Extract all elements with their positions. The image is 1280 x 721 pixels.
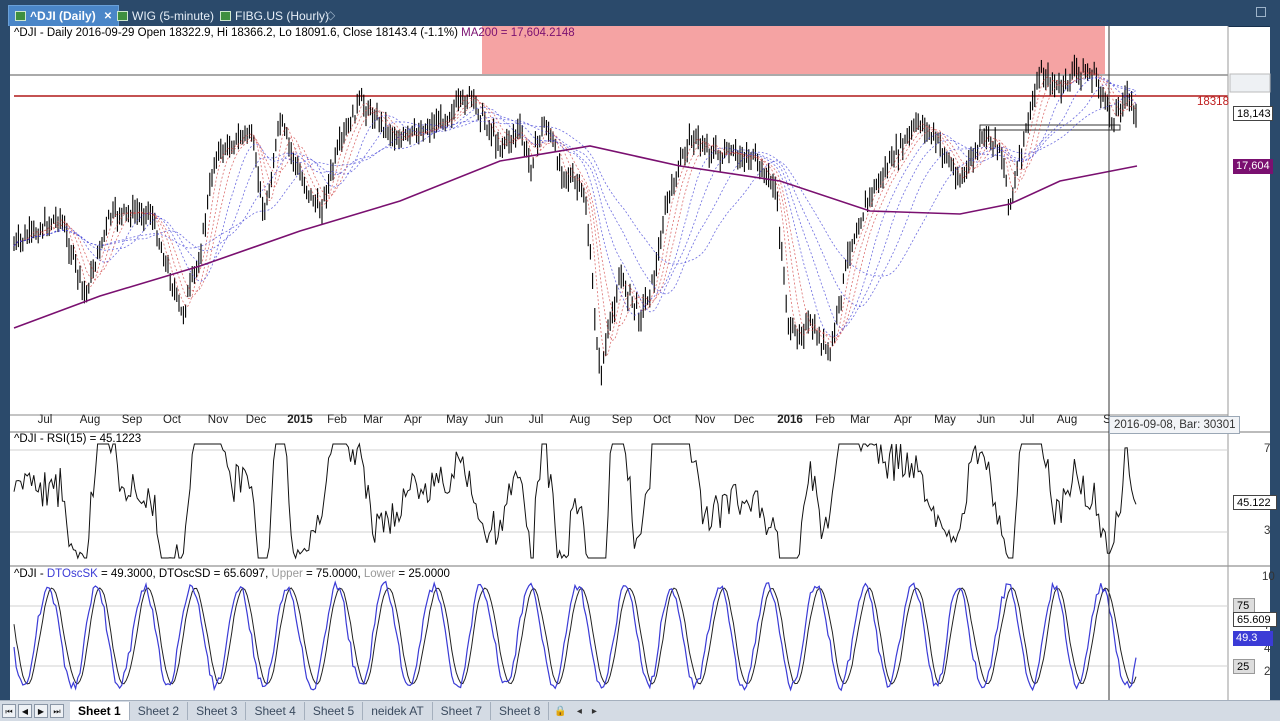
stoch-header: ^DJI - DTOscSK = 49.3000, DTOscSD = 65.6… [14,568,450,580]
resistance-zone [482,26,1105,74]
stoch-scale-100: 10 [1262,571,1275,583]
lock-icon[interactable]: 🔒 [549,706,571,717]
sheet-tab-5[interactable]: Sheet 5 [305,702,364,720]
stoch-upper-tag: 75 [1233,598,1255,613]
rsi-line [13,442,1137,560]
time-axis-label: Feb [815,414,835,426]
chart-icon [220,10,231,21]
stoch-sk-tag: 49.3 [1233,631,1273,646]
time-axis-label: Nov [207,414,229,426]
stoch-sd-tag: 65.609 [1233,612,1277,627]
tab-label: FIBG.US (Hourly) [235,8,330,23]
sheet-tab-3[interactable]: Sheet 3 [188,702,247,720]
chart-icon [15,11,26,21]
sheet-tab-7[interactable]: Sheet 7 [433,702,492,720]
rsi-scale-30: 3 [1264,525,1271,537]
time-axis-label: Aug [79,414,101,426]
sheet-tab-neidek-at[interactable]: neidek AT [363,702,433,720]
restore-window-icon[interactable] [1256,7,1266,17]
stoch-scale-20: 2 [1264,666,1271,678]
last-price-tag: 18,143 [1233,106,1273,121]
time-axis-label: Mar [850,414,870,426]
ma200-readout: MA200 = 17,604.2148 [461,27,575,39]
sheet-tab-1[interactable]: Sheet 1 [70,702,130,720]
rsi-header: ^DJI - RSI(15) = 45.1223 [14,433,142,445]
time-axis-label: Mar [363,414,383,426]
time-axis-label: Feb [327,414,347,426]
time-axis-label: Jun [484,414,504,426]
stoch-sd-line [13,587,1137,685]
stoch-lower-tag: 25 [1233,659,1255,674]
next-sheet-icon[interactable]: ▶ [34,704,48,718]
sheet-tab-8[interactable]: Sheet 8 [491,702,550,720]
sheet-tab-4[interactable]: Sheet 4 [246,702,305,720]
ohlc-readout: ^DJI - Daily 2016-09-29 Open 18322.9, Hi… [14,27,458,39]
price-axis-box [1229,73,1271,93]
last-sheet-icon[interactable]: ⏭ [50,704,64,718]
time-axis-label: Dec [733,414,755,426]
time-axis-label: Jul [1019,414,1035,426]
add-tab-icon[interactable]: ◇ [326,8,335,22]
chart-canvas[interactable] [0,26,1280,700]
time-axis-label: Sep [121,414,143,426]
stoch-lower-value: = 25.0000 [395,568,450,580]
time-axis-label: Aug [1056,414,1078,426]
tab-label: ^DJI (Daily) [30,9,96,23]
tab-fibg-hourly[interactable]: FIBG.US (Hourly) [214,5,335,26]
time-axis-label: Jul [528,414,544,426]
time-axis-label: Oct [653,414,671,426]
first-sheet-icon[interactable]: ⏮ [2,704,16,718]
ma200-price-tag: 17,604 [1233,159,1273,174]
tab-wig-5min[interactable]: WIG (5-minute) [111,5,220,26]
time-axis-label: Nov [694,414,716,426]
stoch-values: = 49.3000, DTOscSD = 65.6097, [97,568,272,580]
time-axis-label: Sep [611,414,633,426]
stoch-upper-label: Upper [271,568,303,580]
time-axis-label: 2015 [287,414,313,426]
stoch-upper-value: = 75.0000, [302,568,364,580]
time-axis-label: Jun [976,414,996,426]
scroll-left-icon[interactable]: ◂ [572,706,587,717]
cursor-tooltip: 2016-09-08, Bar: 30301 [1109,416,1241,434]
rsi-value-tag: 45.122 [1233,495,1277,510]
stoch-symbol: ^DJI - [14,568,47,580]
prev-sheet-icon[interactable]: ◀ [18,704,32,718]
rsi-scale-70: 7 [1264,443,1271,455]
sheet-bar: ⏮ ◀ ▶ ⏭ Sheet 1 Sheet 2 Sheet 3 Sheet 4 … [0,700,1280,721]
window-tab-bar: ^DJI (Daily) ✕ WIG (5-minute) FIBG.US (H… [0,0,1280,27]
tab-label: WIG (5-minute) [132,8,215,23]
sheet-tab-2[interactable]: Sheet 2 [130,702,189,720]
stoch-lower-label: Lower [363,568,396,580]
time-axis-label: May [934,414,956,426]
main-pane-header: ^DJI - Daily 2016-09-29 Open 18322.9, Hi… [14,27,575,39]
chart-icon [117,10,128,21]
stoch-sk-line [13,580,1137,692]
time-axis-label: Apr [894,414,912,426]
scroll-right-icon[interactable]: ▸ [587,706,602,717]
time-axis-label: Jul [37,414,53,426]
stoch-sk-label: DTOscSK [46,568,98,580]
time-axis-label: 2016 [777,414,803,426]
price-level-label: 18318 [1197,96,1229,108]
time-axis-label: Dec [245,414,267,426]
tab-dji-daily[interactable]: ^DJI (Daily) ✕ [8,5,120,26]
time-axis-label: Apr [404,414,422,426]
time-axis-label: Aug [569,414,591,426]
time-axis-label: Oct [163,414,181,426]
time-axis-label: May [446,414,468,426]
